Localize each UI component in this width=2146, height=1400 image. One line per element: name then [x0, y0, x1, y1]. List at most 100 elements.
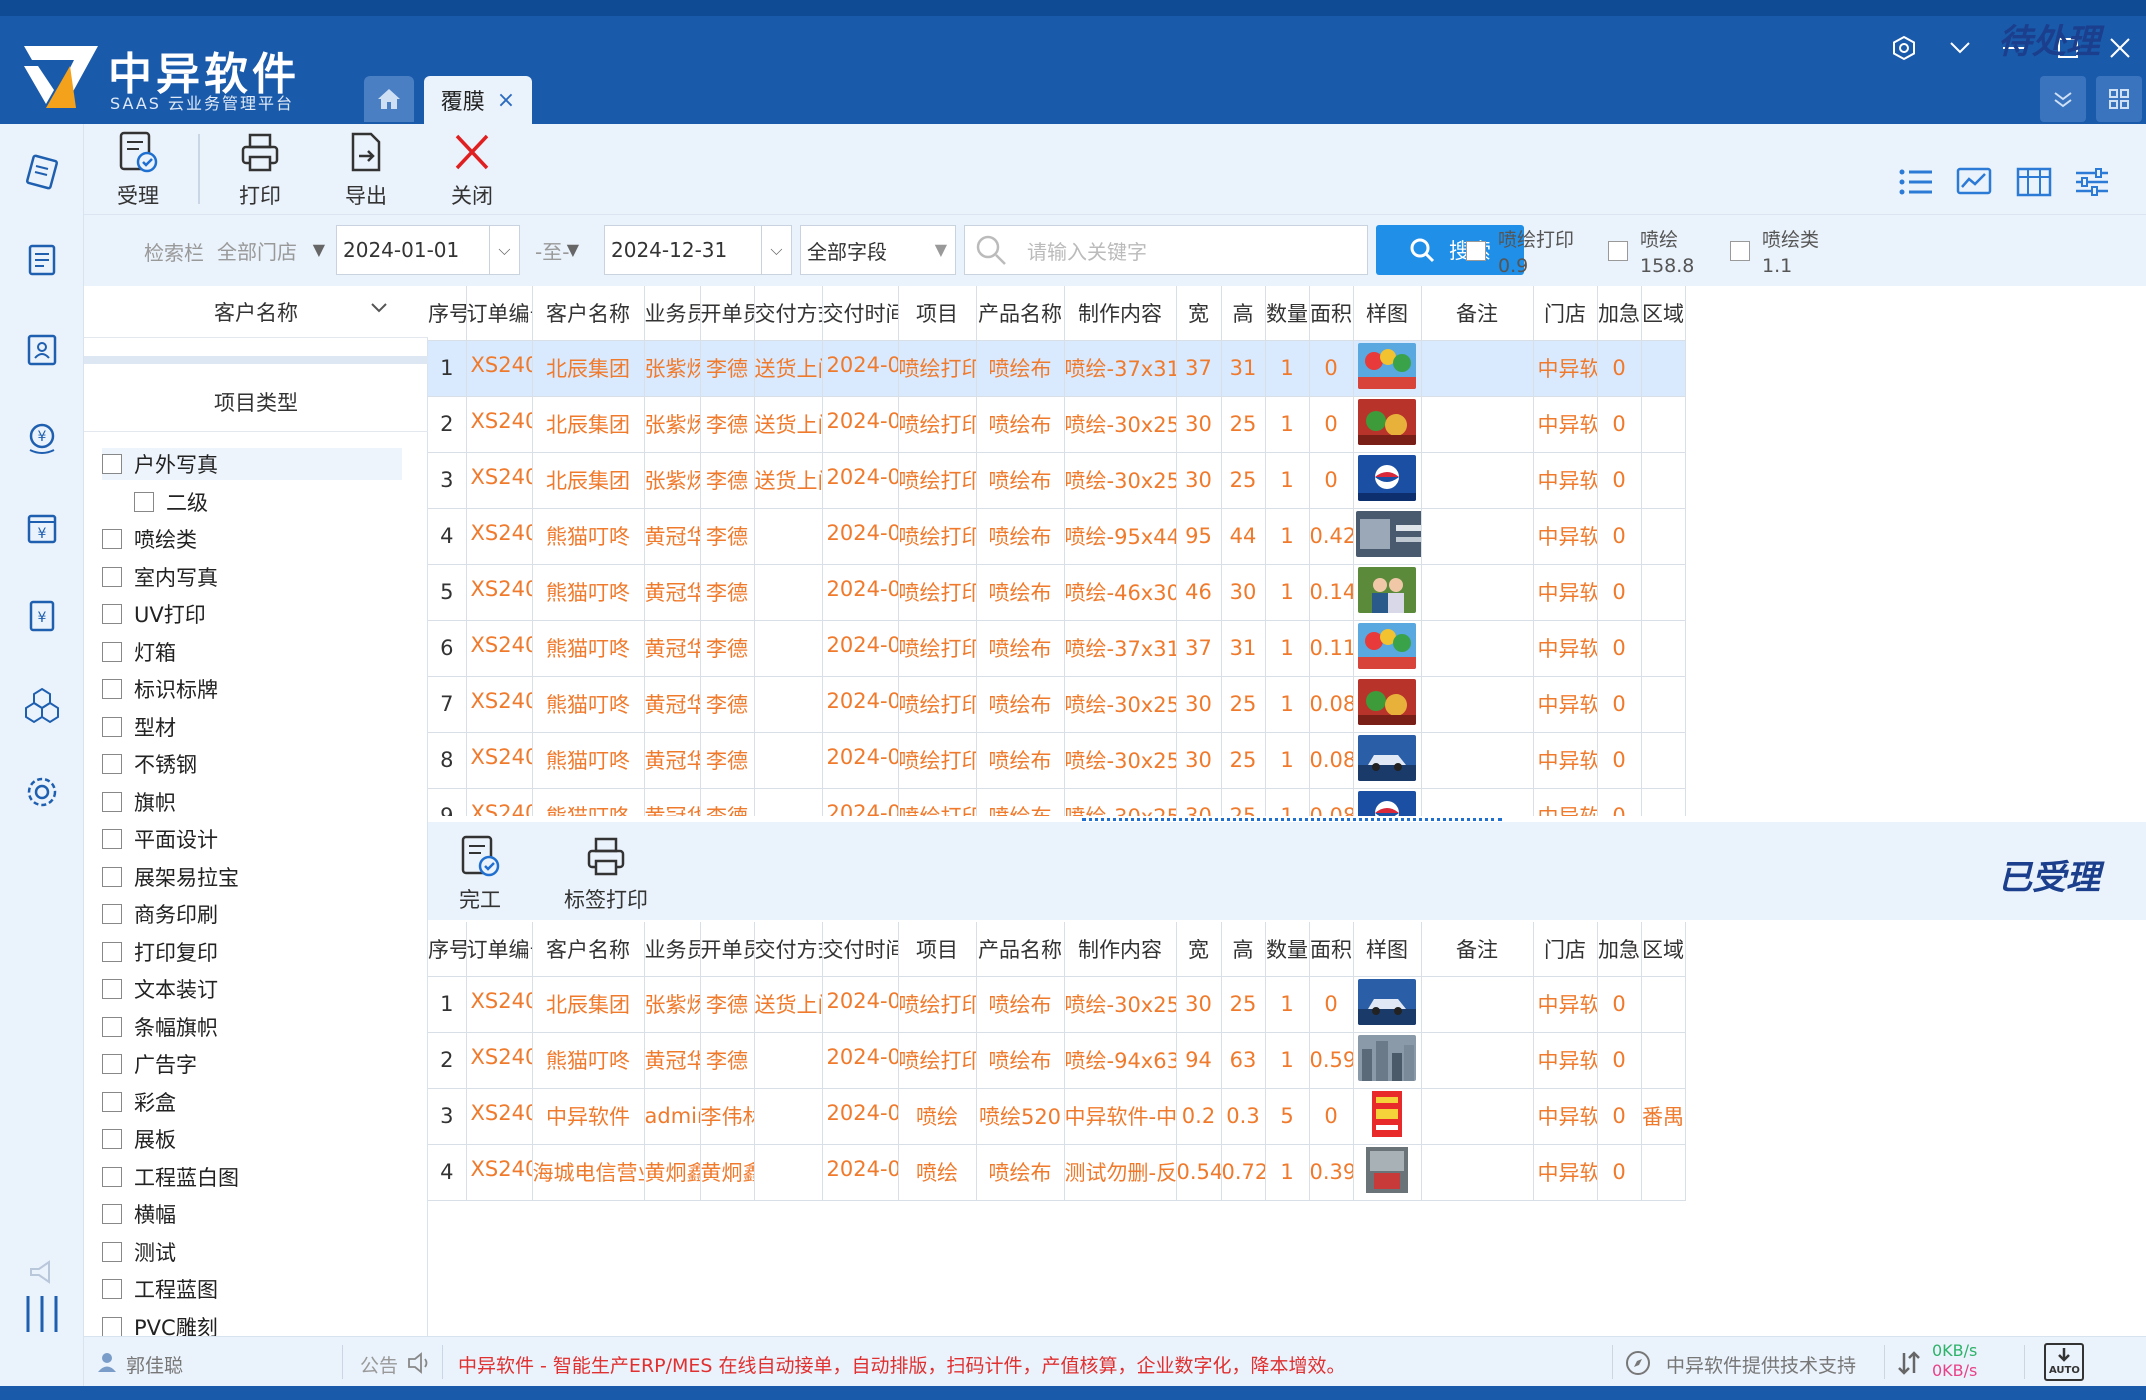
- tree-item[interactable]: 户外写真: [102, 448, 402, 480]
- column-header[interactable]: 订单编号: [466, 922, 533, 977]
- column-header[interactable]: 区域: [1641, 922, 1686, 977]
- tab-lamination[interactable]: 覆膜 ×: [424, 76, 532, 124]
- table-row[interactable]: 7XS2401熊猫叮咚黄冠华李德 2024-01-喷绘打印喷绘布喷绘-30x25c…: [428, 676, 1686, 733]
- column-header[interactable]: 交付时间: [822, 286, 899, 341]
- column-header[interactable]: 交付时间: [822, 922, 899, 977]
- contact-card-icon[interactable]: [18, 326, 66, 374]
- store-select[interactable]: 全部门店 ▼: [210, 225, 334, 275]
- customer-filter-header[interactable]: 客户名称: [84, 286, 428, 338]
- settings-icon[interactable]: [1886, 30, 1922, 66]
- column-header[interactable]: 开单员: [700, 286, 755, 341]
- tree-checkbox[interactable]: [102, 1316, 122, 1337]
- order-book-icon[interactable]: [18, 148, 66, 196]
- table-row[interactable]: 4XS2401熊猫叮咚黄冠华李德 2024-01-喷绘打印喷绘布喷绘-95x44c…: [428, 508, 1686, 565]
- table-row[interactable]: 9XS2401熊猫叮咚黄冠华李德 2024-01-喷绘打印喷绘布喷绘-30x25c…: [428, 788, 1686, 817]
- cell-thumbnail[interactable]: [1353, 1032, 1422, 1089]
- gear-icon[interactable]: [18, 768, 66, 816]
- column-header[interactable]: 开单员: [700, 922, 755, 977]
- column-header[interactable]: 面积: [1309, 922, 1354, 977]
- cell-thumbnail[interactable]: [1353, 1144, 1422, 1201]
- invoice-icon[interactable]: ¥: [18, 592, 66, 640]
- close-window-icon[interactable]: [2102, 30, 2138, 66]
- tree-item[interactable]: 灯箱: [102, 636, 176, 668]
- tree-checkbox[interactable]: [102, 866, 122, 887]
- column-header[interactable]: 备注: [1421, 922, 1534, 977]
- column-header[interactable]: 备注: [1421, 286, 1534, 341]
- sample-thumbnail[interactable]: [1358, 1090, 1416, 1137]
- cell-thumbnail[interactable]: [1353, 508, 1422, 565]
- tree-checkbox[interactable]: [102, 1279, 122, 1299]
- tree-item[interactable]: 横幅: [102, 1198, 176, 1230]
- tree-item[interactable]: 旗帜: [102, 786, 176, 818]
- sample-thumbnail[interactable]: [1358, 790, 1416, 817]
- sample-thumbnail[interactable]: [1358, 1034, 1416, 1081]
- tree-checkbox[interactable]: [102, 529, 122, 549]
- table-row[interactable]: 1XS2401北辰集团张紫炀李德送货上门2024-01-喷绘打印喷绘布喷绘-30…: [428, 976, 1686, 1033]
- column-header[interactable]: 业务员: [644, 286, 701, 341]
- keyword-input[interactable]: 请输入关键字: [964, 225, 1368, 275]
- column-header[interactable]: 交付方式: [754, 286, 823, 341]
- tree-checkbox[interactable]: [102, 791, 122, 812]
- column-header[interactable]: 制作内容: [1064, 286, 1177, 341]
- sample-thumbnail[interactable]: [1358, 978, 1416, 1025]
- column-header[interactable]: 产品名称: [976, 922, 1065, 977]
- tree-checkbox[interactable]: [102, 454, 122, 474]
- finance-icon[interactable]: ¥: [18, 414, 66, 462]
- label-print-button[interactable]: 标签打印: [548, 834, 664, 914]
- tree-item[interactable]: 条幅旗帜: [102, 1011, 218, 1043]
- tree-checkbox[interactable]: [102, 641, 122, 662]
- customer-scroll-strip[interactable]: [84, 356, 428, 364]
- sample-thumbnail[interactable]: [1358, 678, 1416, 725]
- column-header[interactable]: 数量: [1265, 922, 1310, 977]
- column-header[interactable]: 订单编号: [466, 286, 533, 341]
- tree-checkbox[interactable]: [102, 1241, 122, 1262]
- tree-checkbox[interactable]: [102, 566, 122, 587]
- payment-icon[interactable]: ¥: [18, 504, 66, 552]
- tree-item[interactable]: 型材: [102, 711, 176, 743]
- column-header[interactable]: 门店: [1533, 922, 1598, 977]
- announcement-icon[interactable]: [18, 1248, 66, 1296]
- tree-item[interactable]: 广告字: [102, 1048, 197, 1080]
- home-tab[interactable]: [364, 76, 414, 122]
- chart-view-icon[interactable]: [1952, 162, 1996, 202]
- table-row[interactable]: 5XS2401熊猫叮咚黄冠华李德 2024-01-喷绘打印喷绘布喷绘-46x30c…: [428, 564, 1686, 621]
- date-from-input[interactable]: 2024-01-01 ⌵: [336, 225, 520, 275]
- tree-item[interactable]: 打印复印: [102, 936, 218, 968]
- sample-thumbnail[interactable]: [1355, 510, 1422, 557]
- sample-thumbnail[interactable]: [1358, 1146, 1416, 1193]
- table-row[interactable]: 3XS2401中异软件admin李伟林2024-01-喷绘喷绘520中异软件-中…: [428, 1088, 1686, 1145]
- column-header[interactable]: 数量: [1265, 286, 1310, 341]
- tree-item[interactable]: 二级: [134, 486, 208, 518]
- tree-checkbox[interactable]: [102, 679, 122, 699]
- cell-thumbnail[interactable]: [1353, 676, 1422, 733]
- column-header[interactable]: 项目: [898, 922, 977, 977]
- column-header[interactable]: 业务员: [644, 922, 701, 977]
- column-header[interactable]: 加急: [1597, 286, 1642, 341]
- tree-checkbox[interactable]: [102, 829, 122, 849]
- cell-thumbnail[interactable]: [1353, 788, 1422, 817]
- list-view-icon[interactable]: [1894, 162, 1938, 202]
- table-row[interactable]: 6XS2401熊猫叮咚黄冠华李德 2024-01-喷绘打印喷绘布喷绘-37x31c…: [428, 620, 1686, 677]
- grid-view-icon[interactable]: [2012, 162, 2056, 202]
- auto-download-icon[interactable]: AUTO: [2044, 1343, 2084, 1381]
- print-button[interactable]: 打印: [218, 130, 302, 210]
- column-header[interactable]: 加急: [1597, 922, 1642, 977]
- table-row[interactable]: 2XS2401熊猫叮咚黄冠华李德 2024-01-喷绘打印喷绘布喷绘-94x63c…: [428, 1032, 1686, 1089]
- tree-item[interactable]: 展架易拉宝: [102, 861, 239, 893]
- tree-checkbox[interactable]: [102, 1091, 122, 1112]
- chevron-down-icon[interactable]: [1942, 30, 1978, 66]
- column-header[interactable]: 客户名称: [532, 286, 645, 341]
- sample-thumbnail[interactable]: [1358, 566, 1416, 613]
- sample-thumbnail[interactable]: [1358, 622, 1416, 669]
- table-row[interactable]: 2XS2401北辰集团张紫炀李德送货上门2024-01-喷绘打印喷绘布喷绘-30…: [428, 396, 1686, 453]
- tree-checkbox[interactable]: [102, 1129, 122, 1149]
- cell-thumbnail[interactable]: [1353, 732, 1422, 789]
- date-to-input[interactable]: 2024-12-31 ⌵: [604, 225, 792, 275]
- column-header[interactable]: 门店: [1533, 286, 1598, 341]
- cell-thumbnail[interactable]: [1353, 340, 1422, 397]
- tree-item[interactable]: 展板: [102, 1123, 176, 1155]
- tree-item[interactable]: 标识标牌: [102, 673, 218, 705]
- column-settings-icon[interactable]: [2070, 162, 2114, 202]
- apps-grid-icon[interactable]: [2096, 76, 2142, 122]
- tree-checkbox[interactable]: [102, 904, 122, 924]
